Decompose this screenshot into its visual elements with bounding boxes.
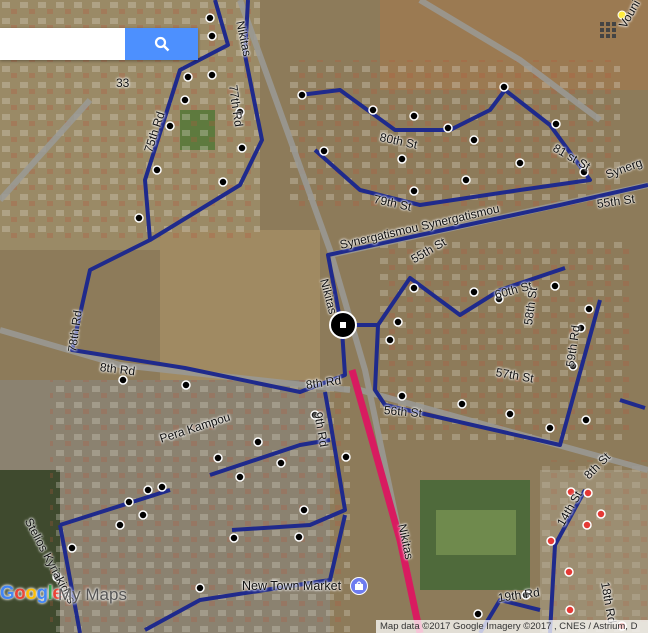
poi-label[interactable]: New Town Market	[242, 579, 341, 593]
search-button[interactable]	[125, 28, 198, 60]
search-icon	[154, 36, 169, 52]
shopping-icon[interactable]	[350, 577, 368, 595]
grid-icon[interactable]	[600, 22, 616, 38]
map-attribution[interactable]: Map data ©2017 Google Imagery ©2017 , CN…	[376, 620, 648, 633]
place-number: 33	[116, 76, 130, 90]
search-bar	[0, 28, 198, 60]
google-logo: Google	[0, 583, 63, 604]
my-maps-logo: My Maps	[58, 585, 127, 604]
search-input[interactable]	[0, 28, 125, 60]
selected-marker[interactable]	[329, 311, 357, 339]
satellite-map[interactable]	[0, 0, 648, 633]
